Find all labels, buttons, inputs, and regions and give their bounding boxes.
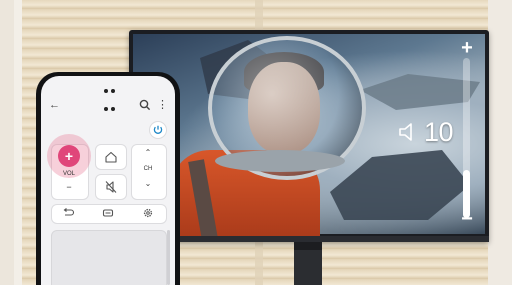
monitor-stand-shadow <box>294 242 322 250</box>
power-icon <box>153 125 163 134</box>
volume-level-value: 10 <box>424 117 454 147</box>
remote-app-screen: ← ⋮ + VOL − ⌃ CH ⌄ <box>41 76 175 285</box>
input-icon[interactable] <box>101 207 115 219</box>
channel-down-button[interactable]: ⌄ <box>131 179 165 188</box>
settings-gear-icon[interactable] <box>141 207 155 219</box>
helmet-neck-ring <box>215 150 345 172</box>
volume-label: VOL <box>62 171 75 177</box>
app-bar: ← ⋮ <box>41 96 175 114</box>
channel-up-button[interactable]: ⌃ <box>131 148 165 157</box>
volume-minus-indicator: − <box>461 208 473 230</box>
more-vert-icon[interactable]: ⋮ <box>157 98 168 112</box>
phone-camera-dots <box>104 80 124 111</box>
mute-button[interactable] <box>95 174 127 200</box>
back-arrow-icon[interactable]: ← <box>49 98 63 112</box>
touchpad-area[interactable] <box>51 230 167 285</box>
window-frame-right <box>488 0 512 285</box>
volume-down-button[interactable]: − <box>53 182 85 192</box>
search-icon[interactable] <box>138 98 152 112</box>
return-icon[interactable] <box>61 207 75 219</box>
volume-bar-track <box>463 58 470 218</box>
mute-icon <box>105 181 117 193</box>
channel-label: CH <box>143 166 153 172</box>
home-button[interactable] <box>95 144 127 170</box>
home-icon <box>105 151 117 163</box>
speaker-icon <box>399 123 412 141</box>
scrollbar[interactable] <box>167 230 170 285</box>
volume-up-button[interactable]: + <box>58 145 80 167</box>
volume-plus-indicator: + <box>461 37 473 59</box>
power-button[interactable] <box>150 122 166 138</box>
